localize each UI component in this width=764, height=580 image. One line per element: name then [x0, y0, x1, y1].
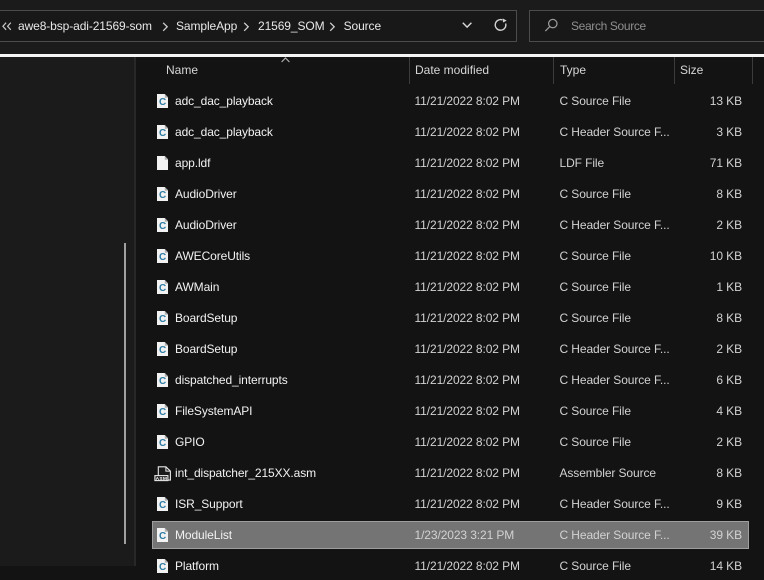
svg-text:C: C: [158, 97, 165, 108]
svg-text:C: C: [158, 376, 165, 387]
svg-text:C: C: [158, 314, 165, 325]
svg-text:C: C: [158, 345, 165, 356]
svg-text:C: C: [158, 407, 165, 418]
svg-text:C: C: [158, 562, 165, 573]
svg-text:ASM: ASM: [156, 475, 167, 481]
svg-text:C: C: [158, 190, 165, 201]
svg-text:C: C: [158, 531, 165, 542]
svg-text:C: C: [158, 221, 165, 232]
svg-text:C: C: [158, 500, 165, 511]
svg-text:C: C: [158, 252, 165, 263]
svg-text:C: C: [158, 128, 165, 139]
svg-text:C: C: [158, 283, 165, 294]
svg-text:C: C: [158, 438, 165, 449]
